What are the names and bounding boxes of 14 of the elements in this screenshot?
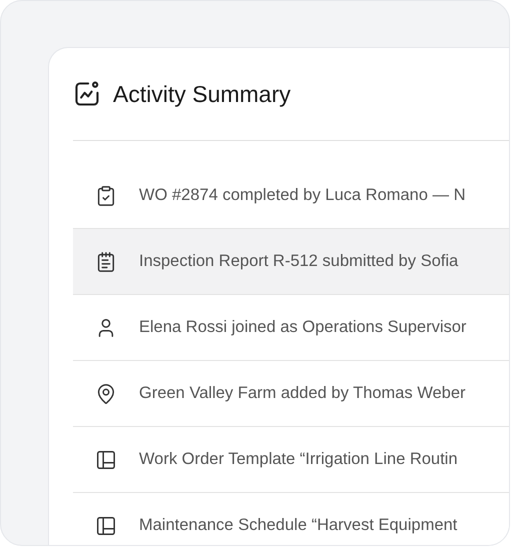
activity-text: Work Order Template “Irrigation Line Routin <box>139 449 458 470</box>
activity-chart-icon <box>73 80 101 108</box>
card-title: Activity Summary <box>113 80 291 109</box>
map-pin-icon <box>95 382 117 404</box>
clipboard-check-icon <box>95 184 117 206</box>
activity-text: WO #2874 completed by Luca Romano — N <box>139 185 466 206</box>
activity-row[interactable]: Inspection Report R-512 submitted by Sofia <box>73 229 509 295</box>
activity-text: Green Valley Farm added by Thomas Weber <box>139 383 466 404</box>
panel-layout-icon <box>95 448 117 470</box>
activity-text: Inspection Report R-512 submitted by Sofia <box>139 251 458 272</box>
panel-layout-icon <box>95 514 117 536</box>
activity-text: Maintenance Schedule “Harvest Equipment <box>139 515 458 536</box>
notepad-icon <box>95 250 117 272</box>
activity-text: Elena Rossi joined as Operations Supervisor <box>139 317 466 338</box>
